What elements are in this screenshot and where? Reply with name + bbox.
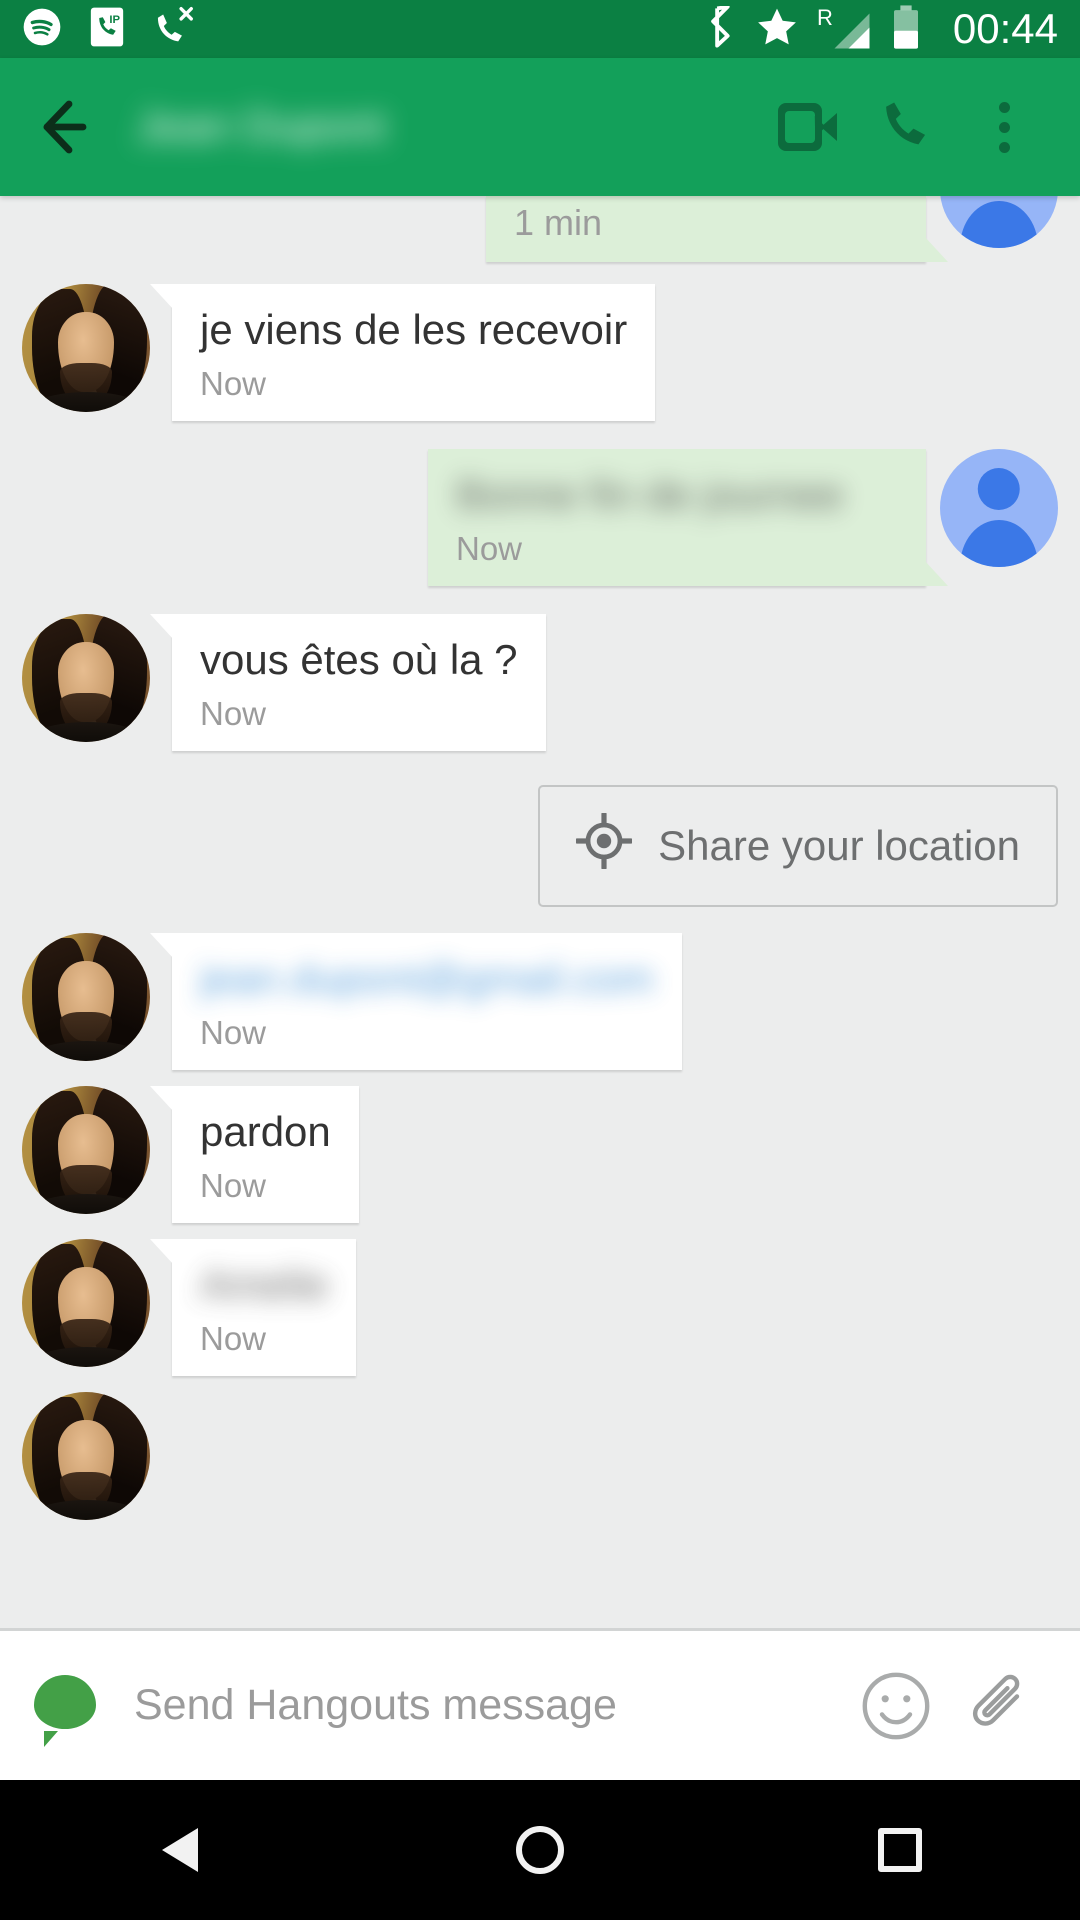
gps-crosshair-icon — [574, 811, 634, 879]
message-row[interactable]: pardon Now — [0, 1086, 1080, 1224]
message-bubble-outgoing[interactable]: 1 min — [486, 196, 948, 262]
message-row[interactable]: vous êtes où la ? Now — [0, 614, 1080, 752]
message-input[interactable] — [134, 1681, 838, 1730]
message-row[interactable]: je viens de les recevoir Now — [0, 284, 1080, 422]
nav-recents-button[interactable] — [830, 1780, 970, 1920]
svg-text:IP: IP — [109, 13, 120, 25]
contact-photo-avatar[interactable] — [22, 284, 150, 412]
contact-photo-avatar[interactable] — [22, 1239, 150, 1368]
message-text: je viens de les recevoir — [200, 306, 628, 353]
bluetooth-icon — [707, 4, 737, 53]
contact-photo-avatar[interactable] — [22, 1086, 150, 1215]
roaming-signal-icon: R — [817, 7, 873, 51]
voice-call-icon[interactable] — [860, 81, 952, 173]
message-timestamp: Now — [456, 530, 523, 568]
generic-blue-avatar[interactable] — [940, 196, 1058, 248]
message-row[interactable]: 1 min — [0, 196, 1080, 262]
phone-screen: IP R 00:44 Jean Dupont 1 min je viens de… — [0, 0, 1080, 1920]
battery-icon — [891, 4, 921, 55]
nav-recents-icon — [878, 1828, 922, 1872]
message-bubble-incoming[interactable]: jean.dupont@gmail.com Now — [150, 933, 682, 1071]
status-bar-clock: 00:44 — [952, 5, 1058, 52]
message-bubble-outgoing[interactable]: Bonne fin de journee Now — [428, 449, 948, 587]
message-bubble-incoming[interactable]: je viens de les recevoir Now — [150, 284, 656, 422]
message-text-link[interactable]: jean.dupont@gmail.com — [200, 955, 654, 1002]
status-bar-system-icons: R 00:44 — [707, 4, 1058, 55]
nav-back-icon — [162, 1828, 198, 1872]
share-location-label: Share your location — [658, 822, 1020, 870]
message-text: pardon — [200, 1108, 331, 1156]
message-bubble-incoming[interactable]: pardon Now — [150, 1086, 359, 1224]
app-bar: Jean Dupont — [0, 58, 1080, 196]
message-composer — [0, 1628, 1080, 1780]
nav-back-button[interactable] — [110, 1780, 250, 1920]
suggestion-row[interactable]: Share your location — [0, 785, 1080, 908]
contact-photo-avatar[interactable] — [22, 1392, 150, 1521]
nav-home-icon — [516, 1826, 564, 1874]
message-row[interactable]: Bonne fin de journee Now — [0, 449, 1080, 587]
message-bubble-incoming[interactable]: vous êtes où la ? Now — [150, 614, 546, 752]
message-timestamp: Now — [200, 1014, 267, 1052]
back-arrow-icon[interactable] — [30, 84, 116, 170]
message-text: vous êtes où la ? — [200, 636, 518, 684]
system-navigation-bar — [0, 1780, 1080, 1920]
sip-phone-icon: IP — [88, 6, 126, 53]
message-timestamp: Now — [200, 1320, 267, 1358]
message-timestamp: Now — [200, 365, 267, 403]
overflow-menu-icon[interactable] — [958, 81, 1050, 173]
message-text: Bonne fin de journee — [456, 471, 844, 519]
emoji-icon[interactable] — [850, 1660, 942, 1752]
attach-paperclip-icon[interactable] — [954, 1660, 1046, 1752]
status-bar: IP R 00:44 — [0, 0, 1080, 58]
contact-photo-avatar[interactable] — [22, 933, 150, 1062]
message-timestamp: Now — [200, 695, 267, 733]
message-timestamp: 1 min — [514, 202, 603, 243]
nav-home-button[interactable] — [470, 1780, 610, 1920]
spotify-icon — [22, 7, 62, 52]
message-text: Amelie — [200, 1261, 329, 1309]
star-priority-icon — [755, 5, 799, 54]
contact-photo-avatar[interactable] — [22, 614, 150, 743]
share-location-chip[interactable]: Share your location — [538, 785, 1058, 908]
generic-blue-avatar[interactable] — [940, 449, 1058, 568]
message-timestamp: Now — [200, 1167, 267, 1205]
message-bubble-incoming[interactable]: Amelie Now — [150, 1239, 357, 1377]
missed-call-icon — [152, 5, 196, 54]
message-row[interactable]: Amelie Now — [0, 1239, 1080, 1377]
green-message-bubble-icon[interactable] — [34, 1674, 100, 1747]
video-call-icon[interactable] — [762, 81, 854, 173]
contact-name-title[interactable]: Jean Dupont — [136, 102, 756, 152]
message-row[interactable]: jean.dupont@gmail.com Now — [0, 933, 1080, 1071]
trailing-avatar-row[interactable] — [0, 1392, 1080, 1521]
conversation-thread[interactable]: 1 min je viens de les recevoir Now Bonne… — [0, 196, 1080, 1628]
status-bar-notification-icons: IP — [22, 5, 196, 54]
